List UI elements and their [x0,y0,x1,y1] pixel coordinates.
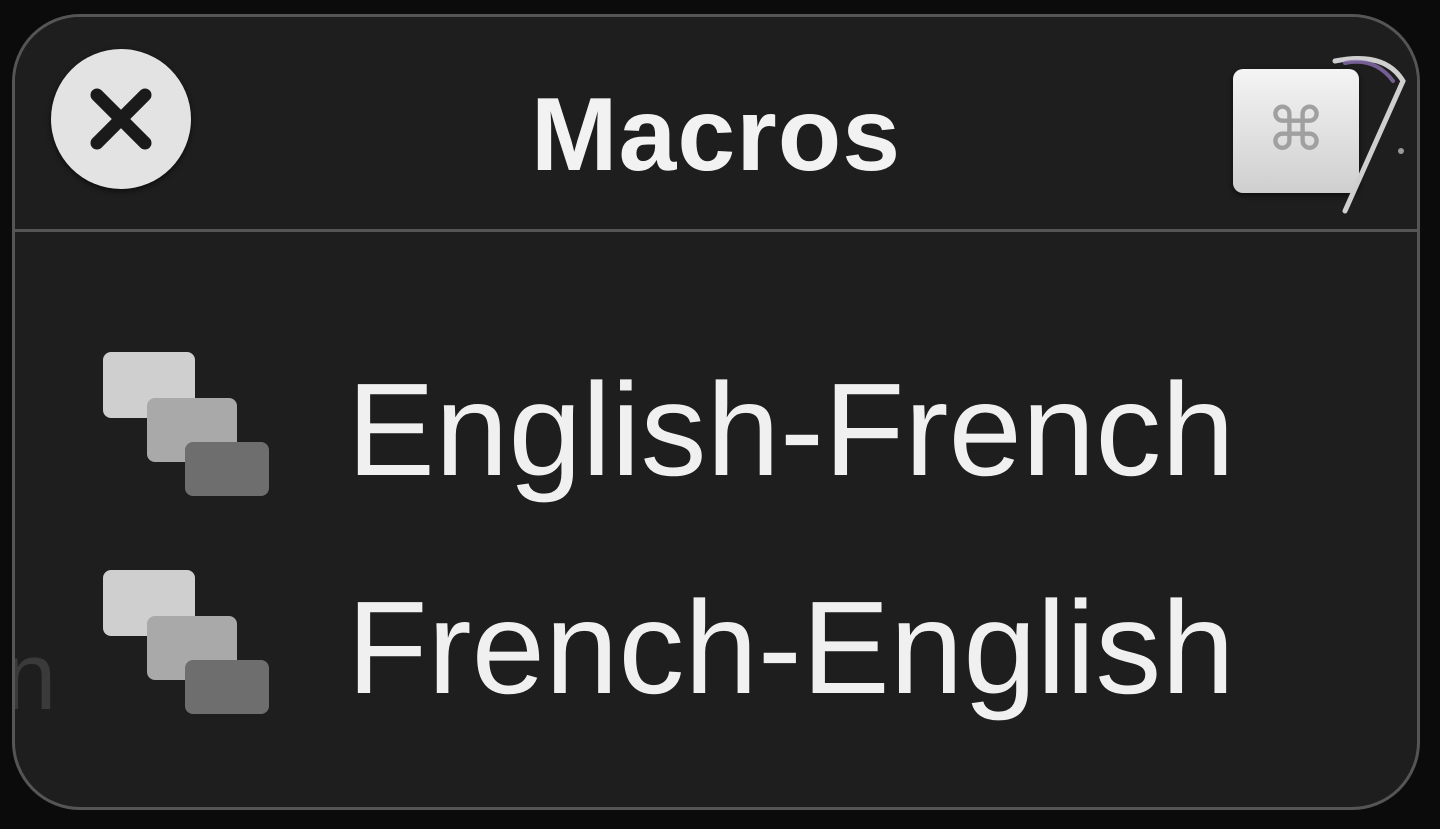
macros-palette: Macros ⌘ n English-French Fren [12,14,1420,810]
palette-title: Macros [530,77,902,193]
macro-label: French-English [347,574,1235,721]
macro-item-english-french[interactable]: English-French [75,320,1375,510]
macro-item-french-english[interactable]: French-English [75,538,1375,728]
macro-group-icon [103,570,269,714]
macro-label: English-French [347,356,1235,503]
resize-handle-icon[interactable] [1315,41,1415,221]
palette-header: Macros ⌘ [15,17,1417,232]
macro-group-icon [103,352,269,496]
background-ghost-text: n [15,627,56,727]
